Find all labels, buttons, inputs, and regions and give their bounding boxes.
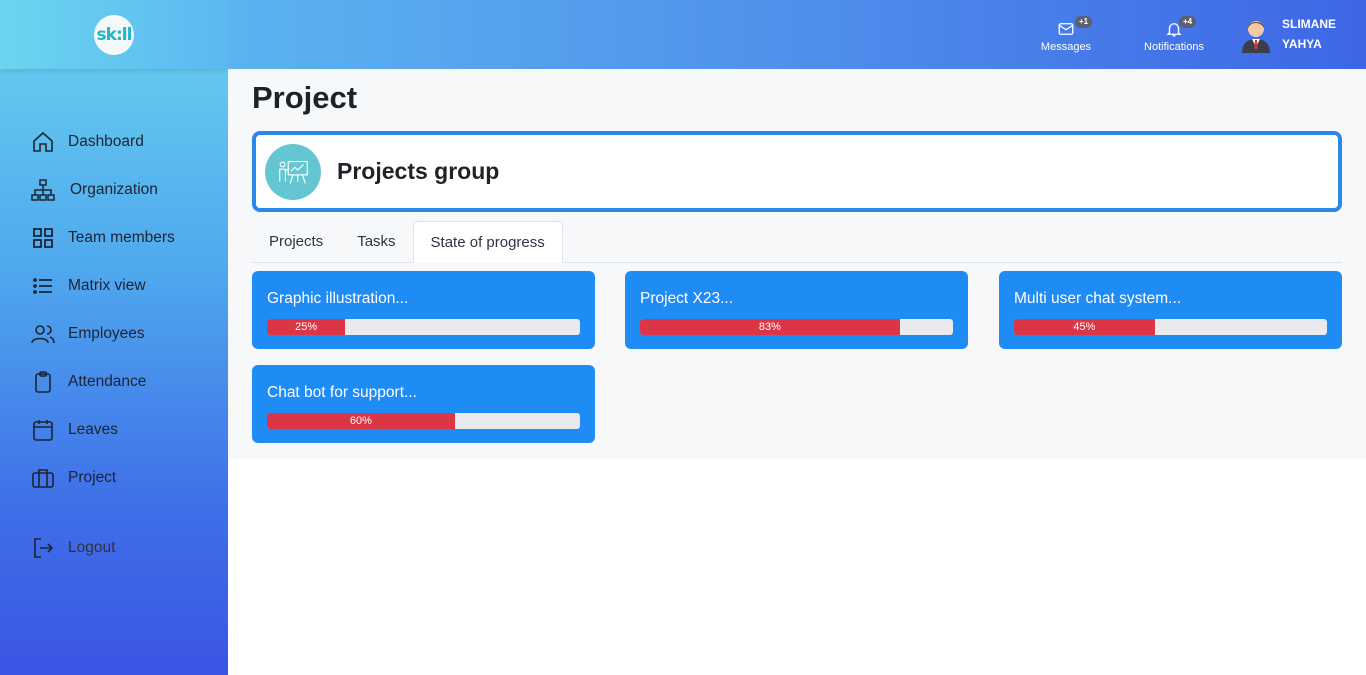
sidebar-item-employees[interactable]: Employees <box>0 310 228 358</box>
messages-label: Messages <box>1040 41 1092 53</box>
briefcase-icon <box>32 469 54 488</box>
mail-icon <box>1058 23 1074 35</box>
top-header: +1 Messages +4 Notifications SLIMANE YAH… <box>228 0 1366 69</box>
people-icon <box>31 325 55 344</box>
sidebar-item-label: Matrix view <box>68 277 146 294</box>
org-chart-icon <box>31 179 55 201</box>
sidebar: sk:ll Dashboard Organization Team member… <box>0 0 228 675</box>
sidebar-item-attendance[interactable]: Attendance <box>0 358 228 406</box>
app-logo[interactable]: sk:ll <box>94 14 134 55</box>
notifications-badge: +4 <box>1179 16 1197 28</box>
messages-button[interactable]: +1 Messages <box>1031 16 1101 53</box>
sidebar-item-label: Dashboard <box>68 133 144 150</box>
progress-bar-fill: 60% <box>267 413 455 429</box>
user-last-name: YAHYA <box>1282 37 1322 51</box>
sidebar-item-leaves[interactable]: Leaves <box>0 406 228 454</box>
sidebar-item-label: Leaves <box>68 421 118 438</box>
project-card[interactable]: Chat bot for support... 60% <box>252 365 595 443</box>
sidebar-item-organization[interactable]: Organization <box>0 166 228 214</box>
user-first-name: SLIMANE <box>1282 17 1336 31</box>
grid-icon <box>33 228 53 248</box>
logout-icon <box>34 538 54 558</box>
avatar <box>1242 21 1270 53</box>
project-card-title: Multi user chat system... <box>1014 290 1182 307</box>
presentation-icon <box>265 143 321 200</box>
progress-bar-fill: 25% <box>267 319 346 335</box>
sidebar-item-label: Organization <box>70 181 158 198</box>
sidebar-item-dashboard[interactable]: Dashboard <box>0 118 228 166</box>
app-root: sk:ll Dashboard Organization Team member… <box>0 0 1366 675</box>
sidebar-item-team-members[interactable]: Team members <box>0 214 228 262</box>
page-title: Project <box>252 80 358 115</box>
progress-bar-fill: 83% <box>640 319 900 335</box>
calendar-icon <box>33 420 53 441</box>
progress-bar: 83% <box>640 319 953 335</box>
project-card[interactable]: Project X23... 83% <box>625 271 968 349</box>
progress-bar: 60% <box>267 413 580 429</box>
projects-group-card: Projects group <box>252 131 1342 212</box>
clipboard-icon <box>35 371 51 393</box>
user-name: SLIMANE YAHYA <box>1282 14 1336 54</box>
progress-bar: 45% <box>1014 319 1327 335</box>
sidebar-header: sk:ll <box>0 0 228 69</box>
project-card[interactable]: Graphic illustration... 25% <box>252 271 595 349</box>
main-content: Project Projects group Projects Tasks St… <box>228 69 1366 459</box>
list-icon <box>33 278 52 294</box>
sidebar-item-matrix-view[interactable]: Matrix view <box>0 262 228 310</box>
logout-section: Logout <box>0 524 228 572</box>
messages-badge: +1 <box>1075 16 1093 28</box>
project-card-title: Chat bot for support... <box>267 384 417 401</box>
sidebar-item-label: Project <box>68 469 117 486</box>
sidebar-item-label: Team members <box>68 229 175 246</box>
notifications-label: Notifications <box>1144 41 1204 53</box>
progress-bar: 25% <box>267 319 580 335</box>
project-card-title: Graphic illustration... <box>267 290 409 307</box>
user-menu[interactable]: SLIMANE YAHYA <box>1240 14 1336 54</box>
tab-bar: Projects Tasks State of progress <box>252 221 1342 263</box>
project-card-title: Project X23... <box>640 290 734 307</box>
logout-label: Logout <box>68 539 116 556</box>
progress-bar-fill: 45% <box>1014 319 1155 335</box>
tab-tasks[interactable]: Tasks <box>340 221 412 263</box>
tab-state-of-progress[interactable]: State of progress <box>412 221 563 263</box>
projects-group-title: Projects group <box>337 158 500 184</box>
tab-projects[interactable]: Projects <box>252 221 340 263</box>
sidebar-nav: Dashboard Organization Team members Matr… <box>0 118 228 502</box>
home-icon <box>33 131 53 152</box>
notifications-button[interactable]: +4 Notifications <box>1135 16 1213 53</box>
sidebar-item-project[interactable]: Project <box>0 454 228 502</box>
sidebar-item-label: Attendance <box>68 373 147 390</box>
logout-button[interactable]: Logout <box>0 524 228 572</box>
project-card[interactable]: Multi user chat system... 45% <box>999 271 1342 349</box>
sidebar-item-label: Employees <box>68 325 145 342</box>
